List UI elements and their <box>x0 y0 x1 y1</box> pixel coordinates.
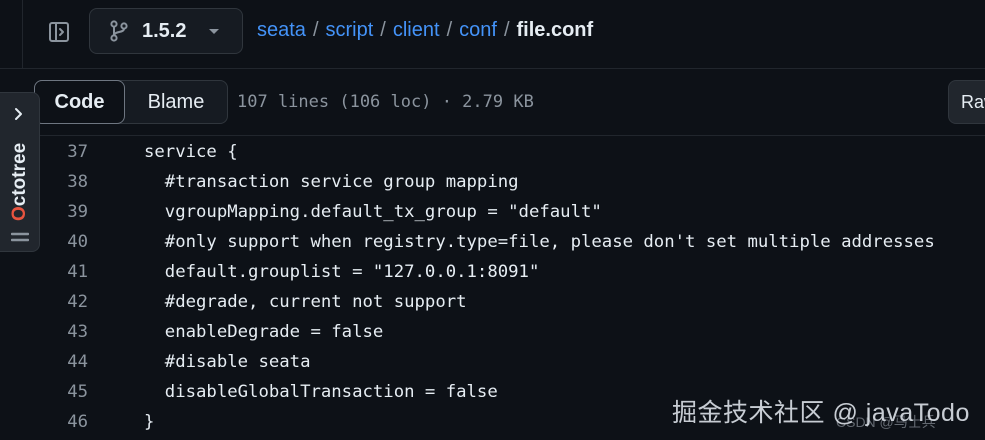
branch-label: 1.5.2 <box>142 19 187 42</box>
view-mode-segmented-control: Code Blame <box>34 80 228 124</box>
code-text: disableGlobalTransaction = false <box>144 382 498 402</box>
breadcrumb-separator: / <box>446 19 453 41</box>
octotree-label-rest: ctotree <box>9 142 30 207</box>
file-header: 1.5.2 seata / script / client / conf / f… <box>0 0 985 69</box>
code-line: 43 enableDegrade = false <box>22 317 985 347</box>
code-text: #transaction service group mapping <box>144 172 519 192</box>
file-stats: 107 lines (106 loc) · 2.79 KB <box>237 92 534 112</box>
chevron-down-icon <box>209 29 219 34</box>
watermark: 掘金技术社区 @ javaTodo <box>672 399 970 427</box>
breadcrumb-separator: / <box>312 19 319 41</box>
breadcrumb-link-script[interactable]: script <box>326 19 374 42</box>
line-number[interactable]: 42 <box>22 292 88 312</box>
code-text: default.grouplist = "127.0.0.1:8091" <box>144 262 540 282</box>
breadcrumb-separator: / <box>380 19 386 41</box>
breadcrumb-link-conf[interactable]: conf <box>459 19 497 42</box>
code-text: #disable seata <box>144 352 311 372</box>
octotree-label: Octotree <box>9 125 31 221</box>
chevron-right-icon <box>15 108 22 120</box>
line-number[interactable]: 45 <box>22 382 88 402</box>
line-number[interactable]: 44 <box>22 352 88 372</box>
code-text: } <box>144 412 155 432</box>
octotree-toggle[interactable]: Octotree <box>0 92 40 252</box>
code-text: vgroupMapping.default_tx_group = "defaul… <box>144 202 602 222</box>
code-line: 41 default.grouplist = "127.0.0.1:8091" <box>22 257 985 287</box>
line-number[interactable]: 46 <box>22 412 88 432</box>
menu-icon <box>11 232 29 242</box>
code-text: #only support when registry.type=file, p… <box>144 232 935 252</box>
breadcrumb: seata / script / client / conf / file.co… <box>257 19 593 42</box>
sidebar-toggle-button[interactable] <box>42 15 76 49</box>
code-tab-button[interactable]: Code <box>34 80 125 124</box>
branch-selector-button[interactable]: 1.5.2 <box>89 8 243 54</box>
file-view-page: 1.5.2 seata / script / client / conf / f… <box>0 0 985 440</box>
git-branch-icon <box>108 20 130 42</box>
code-line: 38 #transaction service group mapping <box>22 167 985 197</box>
line-number[interactable]: 41 <box>22 262 88 282</box>
breadcrumb-link-client[interactable]: client <box>393 19 440 42</box>
sidebar-toggle-icon <box>49 22 69 42</box>
raw-button[interactable]: Raw <box>948 80 985 124</box>
blame-tab-button[interactable]: Blame <box>125 81 227 123</box>
breadcrumb-separator: / <box>503 19 510 41</box>
breadcrumb-link-seata[interactable]: seata <box>257 19 306 42</box>
code-line: 44 #disable seata <box>22 347 985 377</box>
file-toolbar: Code Blame 107 lines (106 loc) · 2.79 KB… <box>22 69 985 136</box>
code-line: 40 #only support when registry.type=file… <box>22 227 985 257</box>
code-text: service { <box>144 142 238 162</box>
code-line: 42 #degrade, current not support <box>22 287 985 317</box>
code-line: 37 service { <box>22 137 985 167</box>
breadcrumb-current-file: file.conf <box>516 19 594 41</box>
code-line: 39 vgroupMapping.default_tx_group = "def… <box>22 197 985 227</box>
line-number[interactable]: 43 <box>22 322 88 342</box>
octotree-label-initial: O <box>9 206 30 221</box>
code-text: #degrade, current not support <box>144 292 467 312</box>
code-text: enableDegrade = false <box>144 322 384 342</box>
